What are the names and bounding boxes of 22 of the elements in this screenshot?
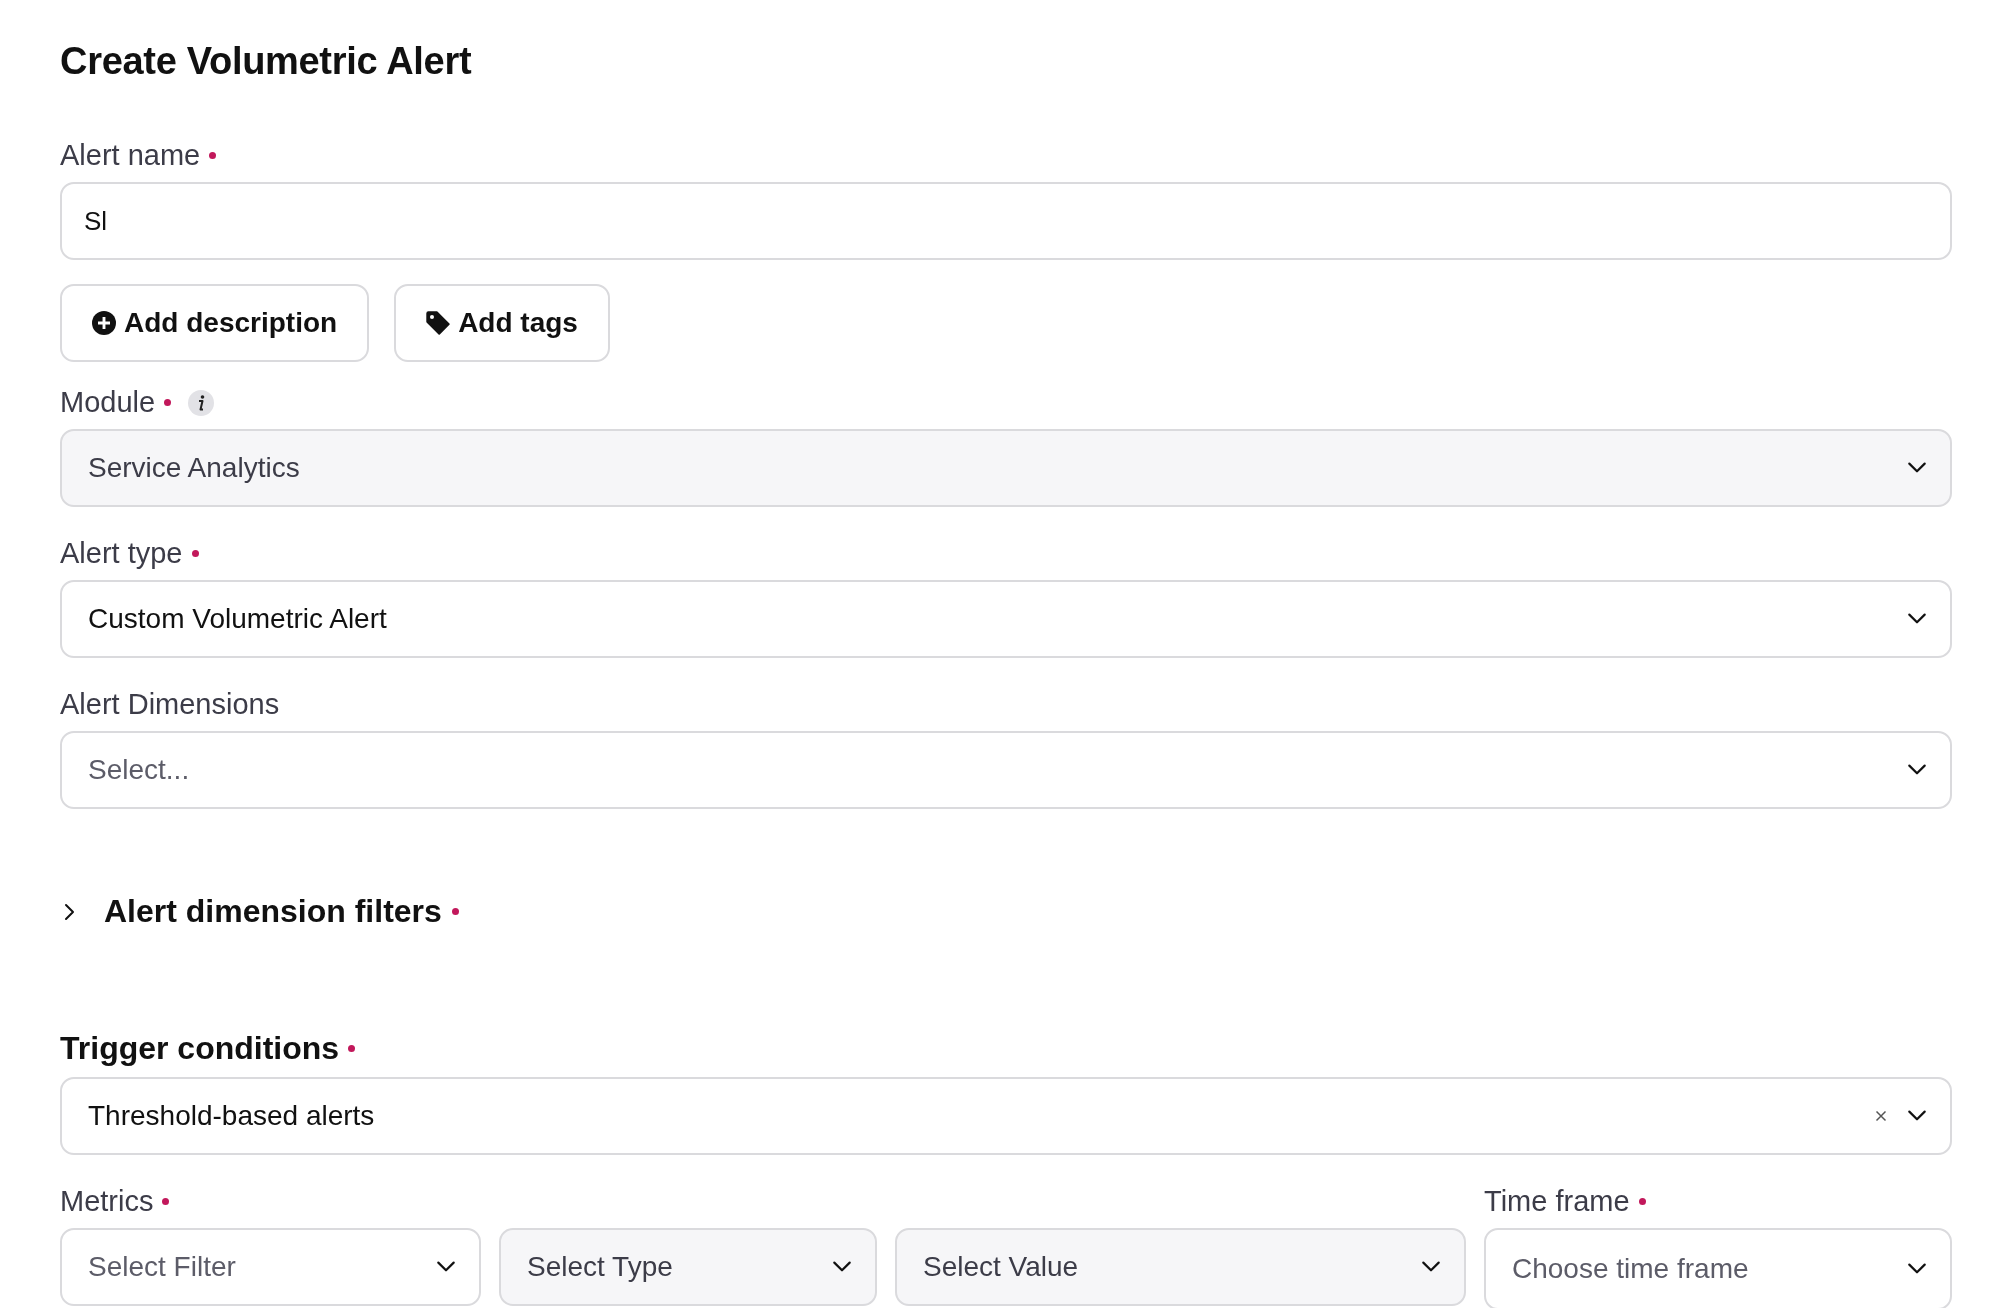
plus-circle-icon (92, 311, 116, 335)
select-field[interactable]: Custom Volumetric Alert (60, 580, 1952, 658)
select-field: Select Value (895, 1228, 1466, 1306)
field-label: Alert name (60, 139, 201, 172)
tag-icon (426, 311, 451, 335)
select-field: Service Analytics (60, 429, 1952, 507)
select-field[interactable]: Choose time frame (1484, 1228, 1952, 1308)
input-field[interactable]: Sl (60, 182, 1952, 260)
field-label: Module (60, 386, 156, 419)
page-title: Create Volumetric Alert (60, 40, 473, 83)
select-field[interactable]: Select Filter (60, 1228, 481, 1306)
add-tags-button[interactable]: Add tags (394, 284, 610, 362)
select-field: Select Type (499, 1228, 877, 1306)
add-description-button[interactable]: Add description (60, 284, 370, 362)
select-field[interactable]: Select... (60, 731, 1952, 809)
section-heading: Trigger conditions (60, 1030, 340, 1067)
field-label: Alert Dimensions (60, 688, 280, 721)
select-field[interactable]: Threshold-based alerts (60, 1077, 1952, 1155)
field-label: Alert type (60, 537, 183, 570)
field-label: Time frame (1484, 1185, 1630, 1218)
collapsible-header[interactable]: Alert dimension filters (60, 893, 459, 930)
field-label: Metrics (60, 1185, 154, 1218)
